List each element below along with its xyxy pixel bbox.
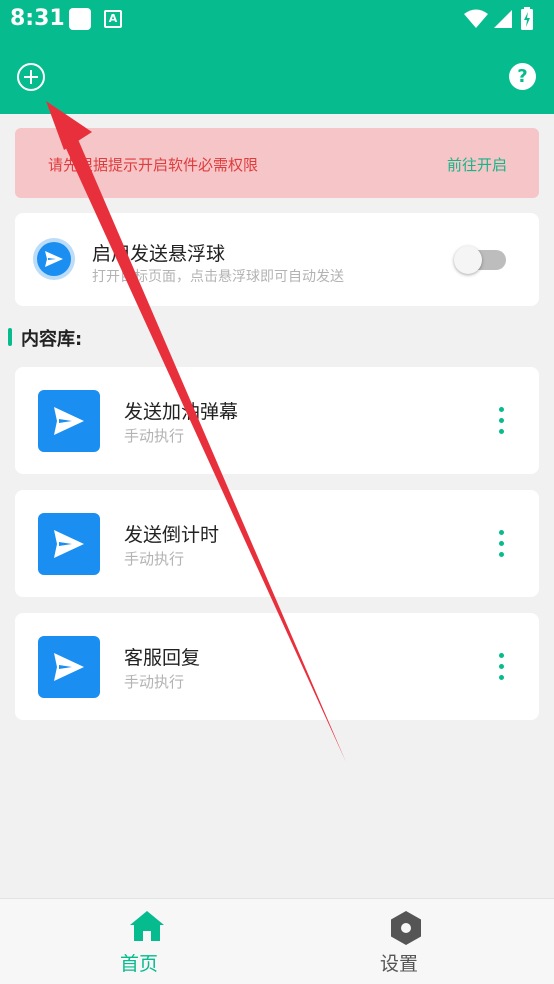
content-item-title: 客服回复 bbox=[124, 647, 201, 669]
wifi-icon bbox=[464, 9, 488, 28]
settings-icon bbox=[391, 911, 421, 945]
content-item-title: 发送加油弹幕 bbox=[124, 401, 239, 423]
permission-banner: 请先根据提示开启软件必需权限 前往开启 bbox=[15, 128, 539, 198]
toggle-knob bbox=[454, 246, 482, 274]
content-item-subtitle: 手动执行 bbox=[124, 427, 185, 445]
content-library-title: 内容库: bbox=[21, 329, 83, 350]
status-icons bbox=[464, 7, 544, 31]
nav-home-label: 首页 bbox=[119, 953, 158, 975]
send-icon bbox=[37, 242, 71, 276]
send-icon bbox=[38, 636, 100, 698]
status-bar: 8:31 A bbox=[0, 0, 554, 38]
permission-banner-text: 请先根据提示开启软件必需权限 bbox=[48, 156, 259, 174]
battery-icon bbox=[521, 7, 533, 30]
nav-settings-label: 设置 bbox=[379, 953, 418, 975]
notification-square-icon bbox=[69, 8, 91, 30]
content-item-card[interactable]: 发送加油弹幕 手动执行 bbox=[15, 367, 539, 474]
more-vert-icon[interactable] bbox=[497, 530, 505, 558]
section-accent-bar bbox=[8, 328, 12, 346]
content-item-subtitle: 手动执行 bbox=[124, 673, 185, 691]
signal-icon bbox=[494, 10, 512, 28]
nav-home[interactable]: 首页 bbox=[0, 899, 277, 984]
home-icon bbox=[130, 911, 164, 941]
go-enable-link[interactable]: 前往开启 bbox=[447, 154, 507, 175]
float-ball-subtitle: 打开目标页面，点击悬浮球即可自动发送 bbox=[92, 269, 344, 285]
float-ball-title: 启用发送悬浮球 bbox=[92, 243, 226, 265]
add-icon[interactable] bbox=[17, 63, 45, 91]
float-ball-toggle[interactable] bbox=[454, 246, 506, 274]
content-item-title: 发送倒计时 bbox=[124, 524, 220, 546]
content-item-card[interactable]: 发送倒计时 手动执行 bbox=[15, 490, 539, 597]
app-bar: ? bbox=[0, 38, 554, 114]
status-time: 8:31 bbox=[10, 6, 65, 31]
content-item-subtitle: 手动执行 bbox=[124, 550, 185, 568]
help-icon[interactable]: ? bbox=[509, 63, 536, 90]
more-vert-icon[interactable] bbox=[497, 407, 505, 435]
content-item-card[interactable]: 客服回复 手动执行 bbox=[15, 613, 539, 720]
notification-a-icon: A bbox=[104, 10, 122, 28]
more-vert-icon[interactable] bbox=[497, 653, 505, 681]
send-icon bbox=[38, 390, 100, 452]
bottom-nav: 首页 设置 bbox=[0, 898, 554, 984]
float-ball-card: 启用发送悬浮球 打开目标页面，点击悬浮球即可自动发送 bbox=[15, 213, 539, 306]
send-icon bbox=[38, 513, 100, 575]
float-ball-icon bbox=[33, 238, 75, 280]
nav-settings[interactable]: 设置 bbox=[277, 899, 554, 984]
